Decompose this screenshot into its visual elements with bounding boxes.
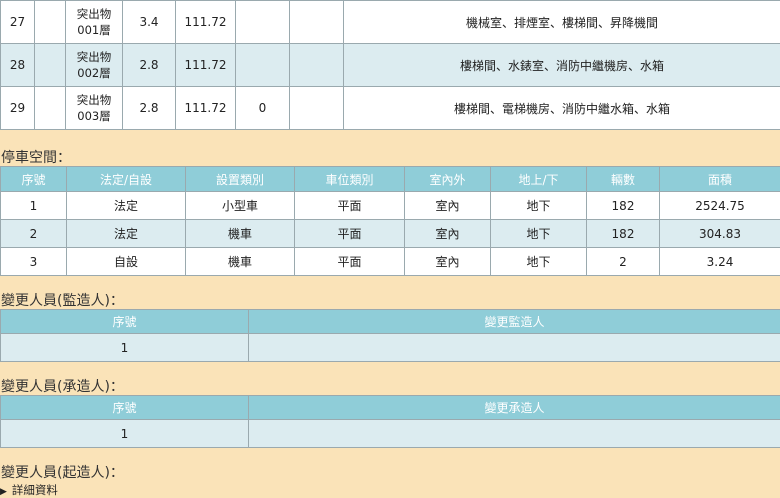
floor-name-line1: 突出物 <box>76 93 112 107</box>
cell: 室內 <box>404 219 491 248</box>
floor-name: 突出物 002層 <box>65 43 123 87</box>
supervisor-table: 序號 變更監造人 1 <box>0 309 780 362</box>
cell: 機車 <box>185 247 295 276</box>
col-header: 變更監造人 <box>248 309 780 334</box>
floor-height: 2.8 <box>122 86 176 130</box>
floor-use: 樓梯間、電梯機房、消防中繼水箱、水箱 <box>343 86 780 130</box>
cell: 平面 <box>294 219 405 248</box>
floor-height: 3.4 <box>122 0 176 44</box>
supervisor-title: 變更人員(監造人)： <box>1 293 124 309</box>
cell: 地下 <box>490 247 587 276</box>
floor-name-line2: 002層 <box>77 66 111 80</box>
cell: 平面 <box>294 191 405 220</box>
table-header-row: 序號 變更監造人 <box>0 309 780 334</box>
cell: 機車 <box>185 219 295 248</box>
cell: 法定 <box>66 191 186 220</box>
cell: 3.24 <box>659 247 780 276</box>
col-header: 設置類別 <box>185 166 295 192</box>
cell: 地下 <box>490 191 587 220</box>
triangle-right-icon: ▶ <box>0 487 7 497</box>
cell: 小型車 <box>185 191 295 220</box>
floor-extra <box>289 0 344 44</box>
floor-name-line1: 突出物 <box>76 7 112 21</box>
table-row: 1 <box>0 333 780 362</box>
col-header: 面積 <box>659 166 780 192</box>
floor-extra <box>289 43 344 87</box>
cell: 2 <box>586 247 660 276</box>
contractor-title: 變更人員(承造人)： <box>1 379 124 395</box>
floor-use: 機械室、排煙室、樓梯間、昇降機間 <box>343 0 780 44</box>
col-header: 地上/下 <box>490 166 587 192</box>
table-row: 2 法定 機車 平面 室內 地下 182 304.83 <box>0 219 780 248</box>
floor-height: 2.8 <box>122 43 176 87</box>
builder-title: 變更人員(起造人)： <box>1 465 124 481</box>
floor-no: 28 <box>0 43 35 87</box>
table-header-row: 序號 法定/自設 設置類別 車位類別 室內外 地上/下 輛數 面積 <box>0 166 780 192</box>
details-toggle[interactable]: ▶ 詳細資料 <box>0 482 58 498</box>
floor-count <box>235 43 290 87</box>
cell: 2 <box>0 219 67 248</box>
floor-area: 111.72 <box>175 0 236 44</box>
details-label: 詳細資料 <box>11 483 58 497</box>
table-row: 28 突出物 002層 2.8 111.72 樓梯間、水錶室、消防中繼機房、水箱 <box>0 43 780 87</box>
floor-name: 突出物 003層 <box>65 86 123 130</box>
floor-count <box>235 0 290 44</box>
cell: 室內 <box>404 191 491 220</box>
floor-name-line1: 突出物 <box>76 50 112 64</box>
cell: 1 <box>0 333 249 362</box>
cell <box>248 419 780 448</box>
table-row: 1 <box>0 419 780 448</box>
floor-blank <box>34 86 66 130</box>
floor-area: 111.72 <box>175 43 236 87</box>
col-header: 序號 <box>0 395 249 420</box>
contractor-table: 序號 變更承造人 1 <box>0 395 780 448</box>
col-header: 序號 <box>0 166 67 192</box>
col-header: 序號 <box>0 309 249 334</box>
floor-blank <box>34 43 66 87</box>
col-header: 法定/自設 <box>66 166 186 192</box>
cell <box>248 333 780 362</box>
col-header: 室內外 <box>404 166 491 192</box>
col-header: 車位類別 <box>294 166 405 192</box>
cell: 182 <box>586 219 660 248</box>
cell: 平面 <box>294 247 405 276</box>
floor-use: 樓梯間、水錶室、消防中繼機房、水箱 <box>343 43 780 87</box>
floor-name-line2: 003層 <box>77 109 111 123</box>
table-row: 29 突出物 003層 2.8 111.72 0 樓梯間、電梯機房、消防中繼水箱、… <box>0 86 780 130</box>
floor-table: 27 突出物 001層 3.4 111.72 機械室、排煙室、樓梯間、昇降機間 2… <box>0 0 780 130</box>
floor-name: 突出物 001層 <box>65 0 123 44</box>
table-row: 1 法定 小型車 平面 室內 地下 182 2524.75 <box>0 191 780 220</box>
col-header: 變更承造人 <box>248 395 780 420</box>
cell: 3 <box>0 247 67 276</box>
cell: 自設 <box>66 247 186 276</box>
floor-count: 0 <box>235 86 290 130</box>
floor-extra <box>289 86 344 130</box>
parking-table: 序號 法定/自設 設置類別 車位類別 室內外 地上/下 輛數 面積 1 法定 小… <box>0 166 780 276</box>
table-row: 27 突出物 001層 3.4 111.72 機械室、排煙室、樓梯間、昇降機間 <box>0 0 780 44</box>
table-row: 3 自設 機車 平面 室內 地下 2 3.24 <box>0 247 780 276</box>
cell: 304.83 <box>659 219 780 248</box>
cell: 1 <box>0 419 249 448</box>
parking-title: 停車空間： <box>1 150 71 166</box>
cell: 室內 <box>404 247 491 276</box>
cell: 1 <box>0 191 67 220</box>
col-header: 輛數 <box>586 166 660 192</box>
floor-blank <box>34 0 66 44</box>
cell: 182 <box>586 191 660 220</box>
floor-no: 29 <box>0 86 35 130</box>
cell: 2524.75 <box>659 191 780 220</box>
floor-area: 111.72 <box>175 86 236 130</box>
floor-no: 27 <box>0 0 35 44</box>
cell: 地下 <box>490 219 587 248</box>
cell: 法定 <box>66 219 186 248</box>
floor-name-line2: 001層 <box>77 23 111 37</box>
table-header-row: 序號 變更承造人 <box>0 395 780 420</box>
